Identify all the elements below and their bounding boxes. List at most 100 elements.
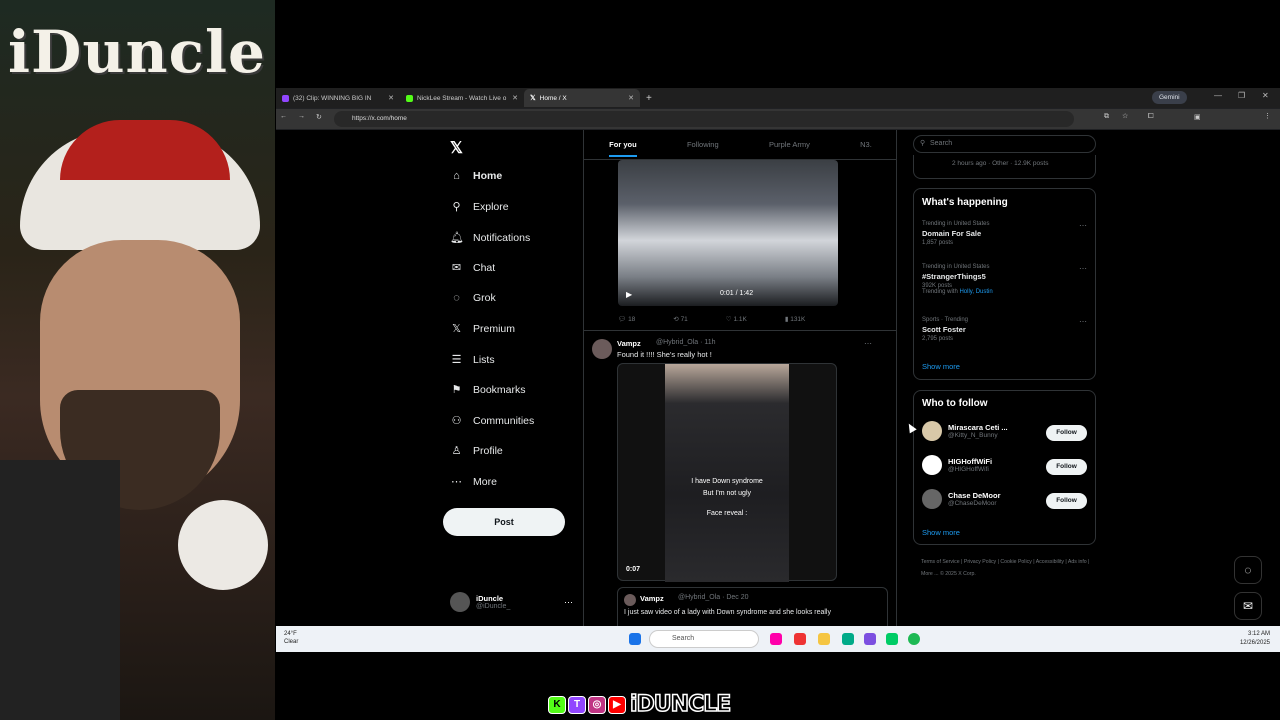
grok-icon: ◌: [453, 292, 460, 304]
home-icon: ⌂: [453, 170, 460, 182]
nav-communities[interactable]: ⚇ Communities: [450, 414, 535, 428]
show-more-link[interactable]: Show more: [922, 528, 960, 537]
nav-home[interactable]: ⌂ Home: [450, 170, 502, 182]
follow-button[interactable]: Follow: [1046, 493, 1087, 509]
system-clock[interactable]: 3:12 AM 12/26/2025: [1240, 630, 1270, 648]
post-handle[interactable]: @Hybrid_Ola · 11h: [656, 339, 716, 346]
nav-lists[interactable]: ☰ Lists: [450, 353, 495, 367]
close-window-icon[interactable]: ✕: [1262, 91, 1269, 100]
tab-title: Home / X: [539, 94, 567, 102]
browser-tab-1[interactable]: (32) Clip: WINNING BIG IN ✕: [276, 89, 400, 107]
tab-for-you[interactable]: For you: [609, 140, 637, 157]
nav-notifications[interactable]: 🔔︎ Notifications: [450, 231, 530, 245]
trend-more-icon[interactable]: ⋯: [1079, 221, 1087, 230]
browser-window: (32) Clip: WINNING BIG IN ✕ NickLee Stre…: [276, 88, 1280, 652]
suggested-user[interactable]: Mirascara Ceti ... @Kitty_N_Bunny: [922, 421, 1008, 441]
extensions-icon[interactable]: ⧠: [1148, 113, 1154, 121]
tab-title: (32) Clip: WINNING BIG IN: [293, 94, 372, 102]
grok-fab-icon[interactable]: ◌: [1234, 556, 1262, 584]
follow-button[interactable]: Follow: [1046, 459, 1087, 475]
views-button[interactable]: ▮ 131K: [785, 315, 806, 323]
footer-links[interactable]: Terms of Service | Privacy Policy | Cook…: [921, 556, 1091, 580]
show-more-link[interactable]: Show more: [922, 362, 960, 371]
browser-menu-icon[interactable]: ⋮: [1264, 112, 1271, 120]
kick-icon: [406, 94, 413, 102]
nav-more[interactable]: ⋯ More: [450, 475, 497, 489]
avatar: [450, 592, 470, 612]
nav-label: Grok: [473, 292, 496, 304]
nav-bookmarks[interactable]: ⚑ Bookmarks: [450, 383, 526, 397]
app-icon[interactable]: [770, 633, 782, 645]
trend-item[interactable]: Sports · Trending Scott Foster 2,795 posts: [922, 317, 968, 342]
post-more-icon[interactable]: ⋯: [864, 339, 872, 348]
account-switcher[interactable]: iDuncle @iDuncle_: [450, 592, 510, 612]
avatar: [624, 594, 636, 606]
follow-button[interactable]: Follow: [1046, 425, 1087, 441]
url-field[interactable]: https://x.com/home: [334, 111, 1074, 127]
edge-icon[interactable]: [842, 633, 854, 645]
bell-icon: 🔔︎: [450, 232, 464, 244]
tab-title: NickLee Stream - Watch Live o: [417, 94, 507, 102]
play-icon[interactable]: ▶: [626, 290, 632, 299]
like-button[interactable]: ♡ 1.1K: [726, 315, 747, 323]
kick-icon: K: [548, 695, 566, 714]
account-more-icon[interactable]: ⋯: [564, 597, 573, 608]
x-logo-icon[interactable]: 𝕏: [450, 138, 463, 158]
account-handle: @iDuncle_: [476, 603, 511, 610]
weather-widget[interactable]: 24°F Clear: [284, 630, 298, 646]
boxing-video[interactable]: ▶: [618, 160, 838, 306]
avatar: [922, 489, 942, 509]
bookmark-star-icon[interactable]: ☆: [1122, 112, 1128, 120]
sidepanel-icon[interactable]: ▣: [1194, 113, 1201, 121]
trend-more-icon[interactable]: ⋯: [1079, 264, 1087, 273]
post-author[interactable]: Vampz: [617, 339, 641, 348]
close-tab-icon[interactable]: ✕: [628, 94, 634, 102]
reload-icon[interactable]: ↻: [316, 113, 322, 121]
minimize-icon[interactable]: —: [1214, 91, 1222, 100]
install-icon[interactable]: ⧉: [1104, 113, 1109, 121]
nav-chat[interactable]: ✉ Chat: [450, 261, 495, 275]
forward-icon[interactable]: →: [298, 113, 305, 120]
messages-fab-icon[interactable]: ✉: [1234, 592, 1262, 620]
close-tab-icon[interactable]: ✕: [388, 94, 394, 102]
tab-purple-army[interactable]: Purple Army: [769, 140, 810, 149]
search-input[interactable]: Search: [913, 135, 1096, 153]
app-icon[interactable]: [886, 633, 898, 645]
back-icon[interactable]: ←: [280, 113, 287, 120]
taskbar-search[interactable]: Search: [649, 630, 759, 648]
suggested-user[interactable]: HIGHoffWiFi @HIGHoffWifi: [922, 455, 992, 475]
webcam-overlay: iDuncle: [0, 0, 275, 720]
post-video[interactable]: I have Down syndrome But I'm not ugly Fa…: [617, 363, 837, 582]
avatar: [922, 421, 942, 441]
trend-more-icon[interactable]: ⋯: [1079, 317, 1087, 326]
suggested-user[interactable]: Chase DeMoor @ChaseDeMoor: [922, 489, 1001, 509]
new-tab-button[interactable]: +: [646, 93, 652, 104]
stream-brand-bar: K T ◎ ▶ iDUNCLE: [548, 691, 732, 718]
close-tab-icon[interactable]: ✕: [512, 94, 518, 102]
restore-icon[interactable]: ❐: [1238, 91, 1245, 100]
chrome-icon[interactable]: [794, 633, 806, 645]
tab-n3[interactable]: N3.: [860, 140, 872, 149]
nav-profile[interactable]: ♙ Profile: [450, 444, 503, 458]
browser-tab-2[interactable]: NickLee Stream - Watch Live o ✕: [400, 89, 524, 107]
nav-premium[interactable]: 𝕏 Premium: [450, 322, 515, 336]
repost-button[interactable]: ⟲ 71: [673, 315, 688, 323]
trend-item[interactable]: Trending in United States #StrangerThings…: [922, 264, 993, 295]
spotify-icon[interactable]: [908, 633, 920, 645]
post-actions: 💬︎ 18 ⟲ 71 ♡ 1.1K ▮ 131K: [618, 315, 888, 323]
trend-item[interactable]: Trending in United States Domain For Sale…: [922, 221, 989, 246]
nav-explore[interactable]: ⚲ Explore: [450, 200, 508, 214]
discord-icon[interactable]: [864, 633, 876, 645]
windows-start-icon[interactable]: [629, 633, 641, 645]
reply-button[interactable]: 💬︎ 18: [618, 315, 635, 323]
folder-icon[interactable]: [818, 633, 830, 645]
nav-grok[interactable]: ◌ Grok: [450, 292, 496, 304]
quoted-post[interactable]: Vampz @Hybrid_Ola · Dec 20 I just saw vi…: [617, 587, 888, 626]
twitch-icon: T: [568, 695, 586, 714]
avatar[interactable]: [592, 339, 612, 359]
post-button[interactable]: Post: [443, 508, 565, 536]
gemini-button[interactable]: Gemini: [1152, 91, 1187, 104]
tab-following[interactable]: Following: [687, 140, 719, 149]
browser-tab-3[interactable]: 𝕏 Home / X ✕: [524, 89, 640, 107]
post[interactable]: Vampz @Hybrid_Ola · 11h ⋯ Found it !!!! …: [584, 330, 897, 626]
